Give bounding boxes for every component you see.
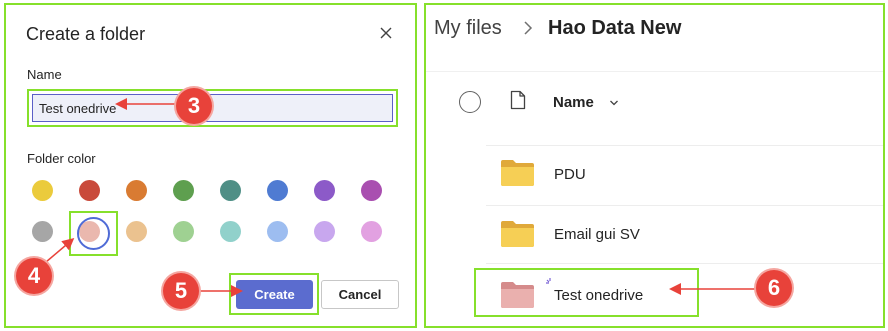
selected-color-highlight (69, 211, 118, 256)
close-icon[interactable] (378, 25, 394, 41)
color-swatch[interactable] (79, 180, 100, 201)
color-swatch[interactable] (126, 221, 147, 242)
color-swatch[interactable] (361, 221, 382, 242)
file-type-icon[interactable] (510, 90, 526, 110)
file-name-test-onedrive[interactable]: Test onedrive (554, 287, 643, 304)
create-folder-dialog: Create a folder Name Folder color Create… (4, 3, 417, 328)
color-swatch[interactable] (220, 180, 241, 201)
file-name-email-gui-sv[interactable]: Email gui SV (554, 226, 640, 243)
name-field-highlight (27, 89, 398, 127)
breadcrumb-current-folder: Hao Data New (548, 17, 682, 39)
color-swatch[interactable] (126, 180, 147, 201)
step-marker-4: 4 (16, 258, 52, 294)
color-swatch[interactable] (267, 221, 288, 242)
folder-icon (501, 221, 534, 247)
cancel-button[interactable]: Cancel (321, 280, 399, 309)
color-swatch[interactable] (32, 180, 53, 201)
folder-icon (501, 282, 534, 308)
color-swatch[interactable] (314, 221, 335, 242)
folder-color-label: Folder color (27, 151, 96, 166)
select-all-checkbox[interactable] (459, 91, 481, 113)
column-header-name[interactable]: Name (553, 94, 594, 111)
color-swatch[interactable] (314, 180, 335, 201)
create-button[interactable]: Create (236, 280, 313, 309)
create-button-highlight: Create (229, 273, 319, 315)
row-divider (486, 145, 883, 146)
color-swatch[interactable] (173, 180, 194, 201)
folder-name-input[interactable] (32, 94, 393, 122)
color-swatch[interactable] (32, 221, 53, 242)
name-label: Name (27, 67, 62, 82)
list-header (426, 71, 883, 133)
dialog-title: Create a folder (26, 24, 146, 44)
chevron-down-icon[interactable] (609, 98, 619, 108)
color-swatch[interactable] (173, 221, 194, 242)
file-name-pdu[interactable]: PDU (554, 166, 586, 183)
folder-icon (501, 160, 534, 186)
step-marker-6: 6 (756, 270, 792, 306)
step-marker-3: 3 (176, 88, 212, 124)
color-swatch[interactable] (220, 221, 241, 242)
row-divider (486, 263, 883, 264)
color-swatch[interactable] (361, 180, 382, 201)
step-marker-5: 5 (163, 273, 199, 309)
file-list-panel: My files Hao Data New Name PDU Email gui… (424, 3, 885, 328)
breadcrumb-my-files[interactable]: My files (434, 17, 502, 40)
color-swatch[interactable] (267, 180, 288, 201)
screenshot-stage: Create a folder Name Folder color Create… (0, 0, 888, 331)
row-divider (486, 205, 883, 206)
chevron-right-icon (524, 21, 533, 35)
